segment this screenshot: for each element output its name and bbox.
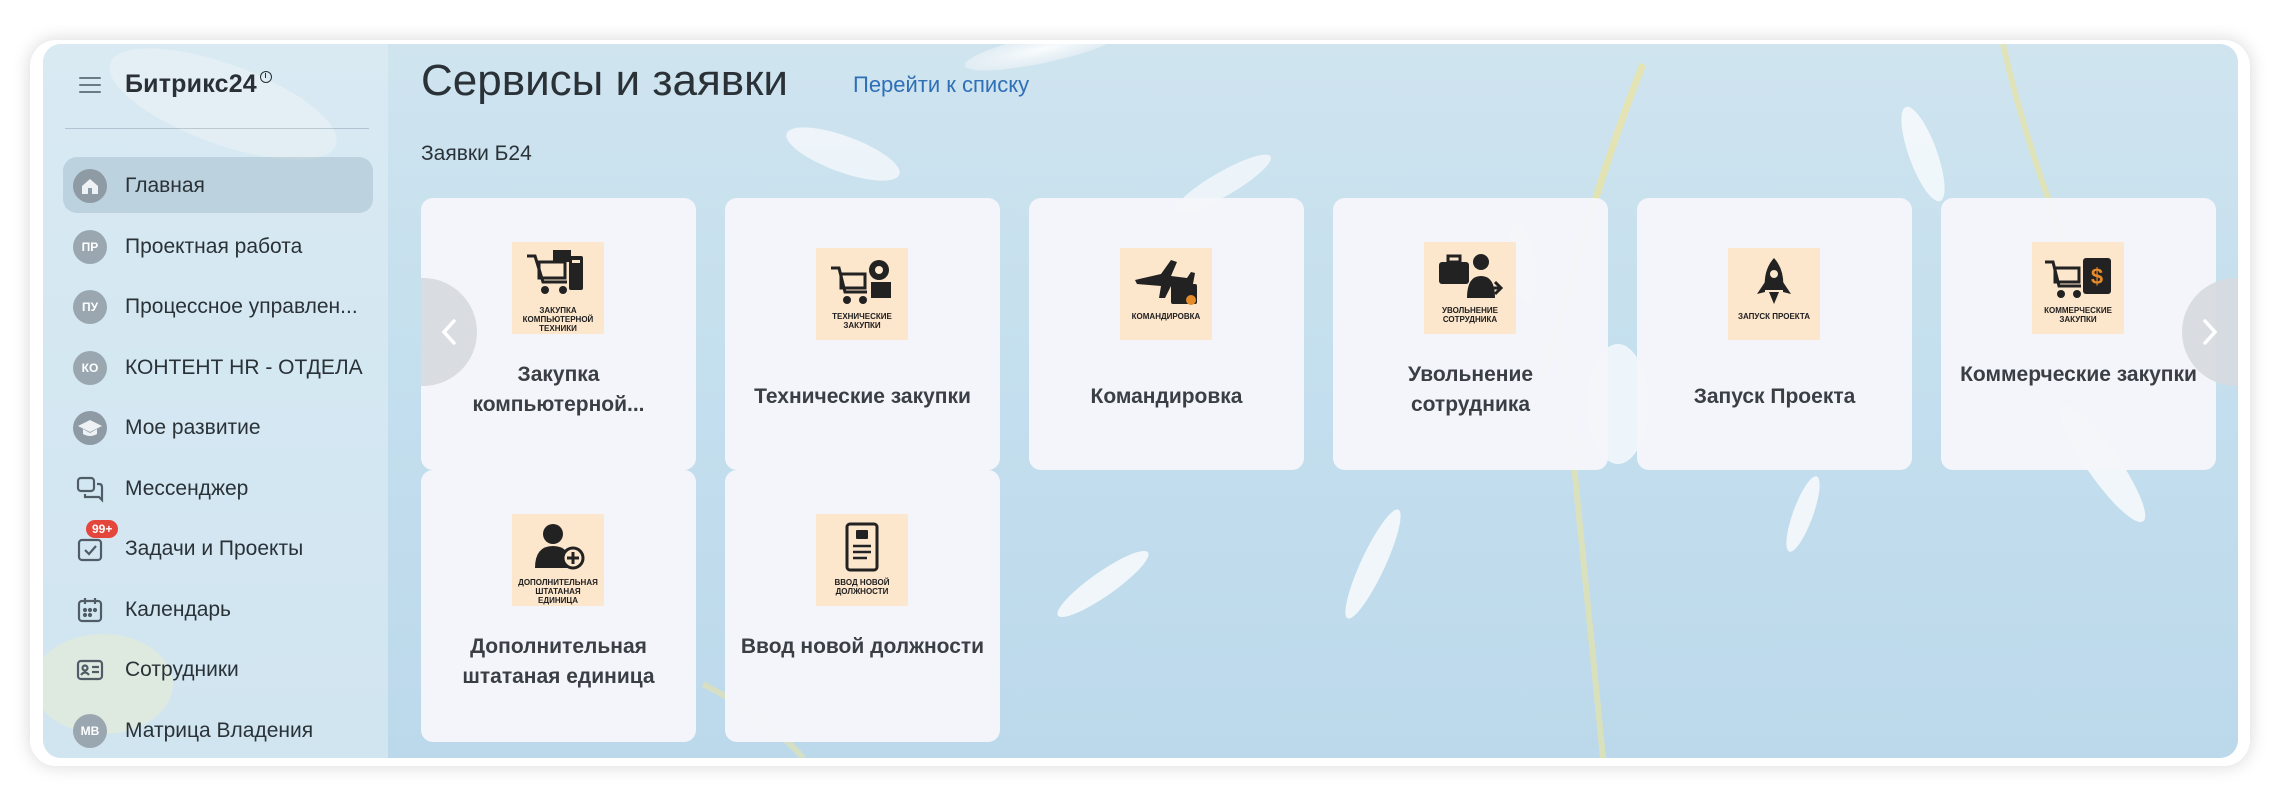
cart-gear-icon: Технические закупки (816, 248, 908, 340)
sidebar-item-hr-content[interactable]: КО КОНТЕНТ HR - ОТДЕЛА (63, 339, 373, 395)
sidebar-item-label: Проектная работа (125, 234, 303, 258)
sidebar-item-employees[interactable]: Сотрудники (63, 641, 373, 697)
document-badge-icon: Ввод новой должности (816, 514, 908, 606)
logo[interactable]: Битрикс24 (125, 70, 272, 99)
tile-label: Ввод новой должности (740, 635, 985, 658)
computer-cart-icon: Закупка компьютерной техники (512, 242, 604, 334)
svg-text:$: $ (2091, 264, 2103, 289)
sidebar-item-ownership-matrix[interactable]: МВ Матрица Владения (63, 702, 373, 758)
rocket-icon: Запуск проекта (1728, 248, 1820, 340)
chevron-right-icon (2203, 319, 2218, 345)
sidebar-item-label: Сотрудники (125, 658, 239, 681)
tile-icon-caption: Увольнение сотрудника (1442, 306, 1498, 324)
sidebar-item-label: Главная (125, 174, 205, 197)
service-tile-commercial-purchases[interactable]: $ Коммерческие закупки Коммерческие заку… (1941, 198, 2216, 470)
service-tile-technical-purchases[interactable]: Технические закупки Технические закупки (725, 198, 1000, 470)
sidebar-item-label: Мессенджер (125, 476, 249, 500)
home-icon (73, 169, 107, 203)
sidebar-item-messenger[interactable]: Мессенджер (63, 460, 373, 516)
sidebar-header: Битрикс24 (43, 44, 388, 126)
tile-icon-caption: Дополнительная штатаная единица (518, 578, 598, 605)
person-exit-icon: Увольнение сотрудника (1424, 242, 1516, 334)
hamburger-menu-icon[interactable] (79, 77, 101, 93)
id-card-icon (73, 653, 107, 687)
tile-icon-caption: Запуск проекта (1737, 312, 1811, 321)
logo-clock-icon (259, 71, 272, 83)
service-tile-dismissal[interactable]: Увольнение сотрудника Увольнение сотрудн… (1333, 198, 1608, 470)
tile-icon-caption: Ввод новой должности (834, 578, 890, 596)
tile-label: Дополнительная штатаная единица (462, 635, 655, 688)
sidebar: Битрикс24 Главная ПР Проектная работа ПУ… (43, 44, 388, 758)
tile-label: Увольнение сотрудника (1407, 363, 1534, 416)
sidebar-item-label: КОНТЕНТ HR - ОТДЕЛА (125, 355, 363, 379)
service-tile-new-position[interactable]: Ввод новой должности Ввод новой должност… (725, 470, 1000, 742)
sidebar-item-process-management[interactable]: ПУ Процессное управлен... (63, 278, 373, 334)
tile-label: Командировка (1090, 385, 1243, 408)
avatar: ПУ (73, 290, 107, 324)
plane-briefcase-icon: Командировка (1120, 248, 1212, 340)
sidebar-item-home[interactable]: Главная (63, 157, 373, 213)
sidebar-item-calendar[interactable]: Календарь (63, 581, 373, 637)
calendar-icon (73, 593, 107, 627)
sidebar-item-my-development[interactable]: Мое развитие (63, 399, 373, 455)
logo-text: Битрикс24 (125, 70, 257, 98)
tile-label: Технические закупки (754, 385, 971, 408)
sidebar-divider (65, 128, 369, 129)
go-to-list-link[interactable]: Перейти к списку (853, 72, 1029, 98)
bitrix24-app: Битрикс24 Главная ПР Проектная работа ПУ… (43, 44, 2238, 758)
task-count-badge: 99+ (86, 520, 119, 538)
service-tile-additional-unit[interactable]: Дополнительная штатаная единица Дополнит… (421, 470, 696, 742)
avatar: КО (73, 350, 107, 385)
cart-money-icon: $ Коммерческие закупки (2032, 242, 2124, 334)
tile-label: Закупка компьютерной... (472, 363, 645, 416)
sidebar-item-label: Процессное управлен... (125, 295, 358, 318)
chevron-left-icon (441, 319, 456, 345)
person-add-icon: Дополнительная штатаная единица (512, 514, 604, 606)
avatar-icon: ПУ (73, 290, 107, 324)
tile-label: Запуск Проекта (1693, 385, 1856, 408)
tile-icon-caption: Технические закупки (832, 312, 892, 330)
avatar-icon: МВ (73, 713, 107, 748)
tile-icon-caption: Закупка компьютерной техники (522, 306, 594, 333)
avatar-icon: ПР (73, 229, 107, 264)
service-tile-project-launch[interactable]: Запуск проекта Запуск Проекта (1637, 198, 1912, 470)
tile-icon-caption: Командировка (1131, 312, 1201, 321)
sidebar-item-tasks[interactable]: 99+ Задачи и Проекты (63, 520, 373, 576)
tile-label: Коммерческие закупки (1960, 363, 2197, 386)
graduation-cap-icon (73, 411, 107, 445)
avatar-icon: КО (73, 350, 107, 385)
avatar: ПР (73, 229, 107, 264)
section-title: Заявки Б24 (421, 142, 532, 165)
sidebar-item-label: Матрица Владения (125, 718, 314, 742)
sidebar-menu: Главная ПР Проектная работа ПУ Процессно… (63, 157, 373, 758)
chat-bubbles-icon (73, 472, 107, 506)
service-tile-business-trip[interactable]: Командировка Командировка (1029, 198, 1304, 470)
sidebar-item-label: Задачи и Проекты (125, 537, 304, 560)
sidebar-item-label: Мое развитие (125, 416, 261, 439)
tile-icon-caption: Коммерческие закупки (2044, 306, 2112, 324)
sidebar-item-label: Календарь (125, 597, 231, 621)
page-title: Сервисы и заявки (421, 56, 788, 105)
sidebar-item-project-work[interactable]: ПР Проектная работа (63, 218, 373, 274)
avatar: МВ (73, 713, 107, 748)
